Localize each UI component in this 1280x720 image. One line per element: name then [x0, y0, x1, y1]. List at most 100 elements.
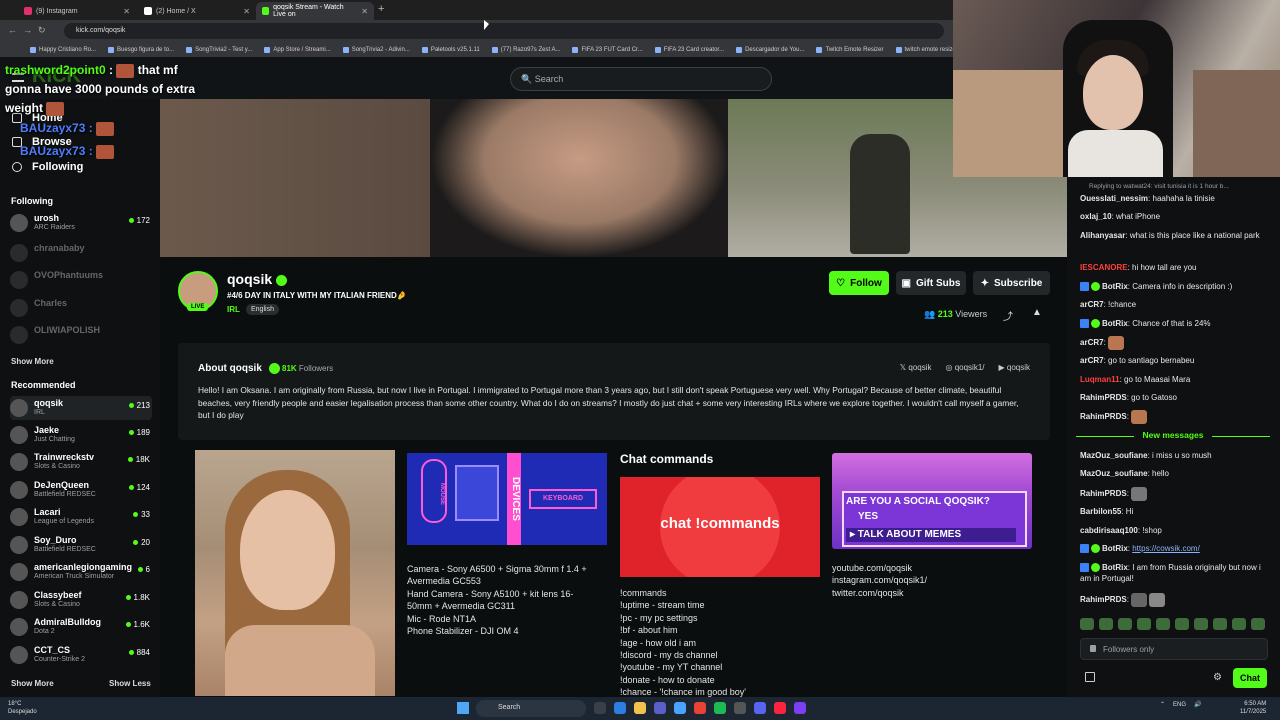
bookmark[interactable]: Buesgo figura de to... [108, 46, 174, 53]
nav-buttons[interactable]: ←→↻ [8, 25, 52, 36]
emote [96, 121, 115, 136]
viewers-icon: 👥 [924, 309, 936, 319]
sidebar-item-following[interactable]: Following [12, 161, 83, 173]
chrome-icon[interactable] [694, 702, 706, 714]
chat-message: Luqman11: go to Maasai Mara [1080, 375, 1191, 384]
weather-widget[interactable]: 18°C Despejado [8, 700, 37, 716]
send-chat-button[interactable]: Chat [1233, 668, 1267, 688]
emote-icon[interactable] [1137, 618, 1151, 630]
recommended-channel[interactable]: americanlegiongaming American Truck Simul… [10, 560, 152, 584]
recommended-channel[interactable]: Jaeke Just Chatting 189 [10, 423, 152, 447]
instagram-icon [24, 7, 32, 15]
task-view-icon[interactable] [594, 702, 606, 714]
gear-icon[interactable]: ⚙ [1213, 672, 1222, 683]
bookmark[interactable]: (77) Razo97s Zest A... [491, 46, 560, 53]
emote-icon[interactable] [1118, 618, 1132, 630]
social-link-instagram[interactable]: ◎ qoqsik1/ [946, 363, 985, 372]
following-channel[interactable]: urosh ARC Raiders 172 [10, 211, 152, 235]
folder-icon[interactable] [634, 702, 646, 714]
following-channel[interactable]: OLIWIAPOLISH [10, 323, 152, 347]
following-channel[interactable]: OVOPhantuums [10, 268, 152, 292]
bot-icon [1080, 563, 1089, 573]
url-field[interactable]: kick.com/qoqsik [64, 23, 944, 39]
show-less-recommended[interactable]: Show Less [109, 679, 151, 688]
app-icon[interactable] [734, 702, 746, 714]
category-link[interactable]: IRL [227, 305, 240, 314]
close-icon[interactable]: ✕ [361, 7, 368, 16]
close-icon[interactable]: ✕ [123, 7, 130, 16]
heart-icon [12, 162, 22, 172]
emote-icon[interactable] [1194, 618, 1208, 630]
clock[interactable]: 6:50 AM 11/7/2025 [1240, 700, 1266, 716]
chat-link[interactable]: https://cowsik.com/ [1132, 544, 1200, 553]
bookmark[interactable]: SongTrivia2 - Test y... [186, 46, 252, 53]
subscribe-button[interactable]: ✦ Subscribe [973, 271, 1050, 295]
emote-icon[interactable] [1213, 618, 1227, 630]
lang-indicator[interactable]: ENG [1173, 702, 1186, 708]
following-channel[interactable]: Charles [10, 296, 152, 320]
recommended-channel[interactable]: Soy_Duro Battlefield REDSEC 20 [10, 533, 152, 557]
social-link-youtube[interactable]: ▶ qoqsik [999, 363, 1031, 372]
tab-x[interactable]: (2) Home / X ✕ [138, 2, 256, 20]
new-messages-divider[interactable]: New messages [1076, 430, 1270, 442]
show-more-following[interactable]: Show More [11, 357, 54, 366]
music-icon[interactable] [774, 702, 786, 714]
recommended-channel[interactable]: Trainwreckstv Slots & Casino 18K [10, 450, 152, 474]
spotify-icon[interactable] [714, 702, 726, 714]
search-input[interactable]: 🔍 Search [510, 67, 772, 91]
recommended-channel[interactable]: DeJenQueen Battlefield REDSEC 124 [10, 478, 152, 502]
gift-icon[interactable] [1085, 672, 1095, 682]
stream-video[interactable] [160, 99, 1067, 257]
taskbar-search[interactable]: Search [476, 700, 586, 717]
bookmark[interactable]: Descargador de You... [736, 46, 804, 53]
emote-icon[interactable] [1099, 618, 1113, 630]
gift-subs-button[interactable]: ▣ Gift Subs [896, 271, 966, 295]
social-panel-image: ARE YOU A SOCIAL QOQSIK? YES ▸ TALK ABOU… [832, 453, 1032, 549]
bookmark-icon [264, 46, 271, 53]
channel-name[interactable]: qoqsik [227, 271, 288, 287]
recommended-channel[interactable]: CCT_CS Counter-Strike 2 884 [10, 643, 152, 667]
tab-instagram[interactable]: (9) Instagram ✕ [18, 2, 136, 20]
bookmark[interactable]: Paletools v25.1.11 [421, 46, 480, 53]
bookmark[interactable]: FIFA 23 Card creator... [654, 46, 724, 53]
chevron-up-icon[interactable]: ⌃ [1160, 701, 1165, 708]
bookmark[interactable]: Happy Cristiano Ro... [30, 46, 96, 53]
chat-input[interactable]: Followers only [1080, 638, 1268, 660]
bookmark[interactable]: App Store / Streami... [264, 46, 331, 53]
windows-icon[interactable] [457, 702, 469, 714]
bookmark[interactable]: Twitch Emote Resizer [816, 46, 884, 53]
recommended-channel[interactable]: Classybeef Slots & Casino 1.8K [10, 588, 152, 612]
social-link-x[interactable]: 𝕏 qoqsik [900, 363, 932, 372]
emote-icon[interactable] [1251, 618, 1265, 630]
report-icon[interactable]: ▲ [1032, 307, 1042, 318]
recommended-channel[interactable]: qoqsik IRL 213 [10, 396, 152, 420]
discord-icon[interactable] [754, 702, 766, 714]
avatar [10, 299, 28, 317]
share-icon[interactable]: ⤴ [1003, 308, 1013, 323]
teams-icon[interactable] [654, 702, 666, 714]
show-more-recommended[interactable]: Show More [11, 679, 54, 688]
close-icon[interactable]: ✕ [243, 7, 250, 16]
bookmark-icon [491, 46, 498, 53]
emote-icon[interactable] [1175, 618, 1189, 630]
recommended-channel[interactable]: AdmiralBulldog Dota 2 1.6K [10, 615, 152, 639]
recommended-channel[interactable]: Lacari League of Legends 33 [10, 505, 152, 529]
app-icon[interactable] [794, 702, 806, 714]
language-tag[interactable]: English [246, 304, 279, 315]
new-tab-button[interactable]: + [378, 3, 384, 15]
volume-icon[interactable]: 🔊 [1194, 701, 1201, 708]
commands-title: Chat commands [620, 452, 714, 466]
tab-kick[interactable]: qoqsik Stream - Watch Live on ✕ [256, 2, 374, 20]
emote-icon[interactable] [1156, 618, 1170, 630]
bot-icon [1080, 282, 1089, 292]
emote-icon[interactable] [1232, 618, 1246, 630]
follow-button[interactable]: ♡ Follow [829, 271, 889, 295]
store-icon[interactable] [674, 702, 686, 714]
chat-message: RahimPRDS: [1080, 410, 1270, 424]
following-channel[interactable]: chranababy [10, 241, 152, 265]
bookmark[interactable]: SongTrivia2 - Adivin... [342, 46, 410, 53]
bookmark[interactable]: FIFA 23 FUT Card Cr... [572, 46, 643, 53]
edge-icon[interactable] [614, 702, 626, 714]
emote-icon[interactable] [1080, 618, 1094, 630]
tab-label: (9) Instagram [36, 7, 78, 15]
